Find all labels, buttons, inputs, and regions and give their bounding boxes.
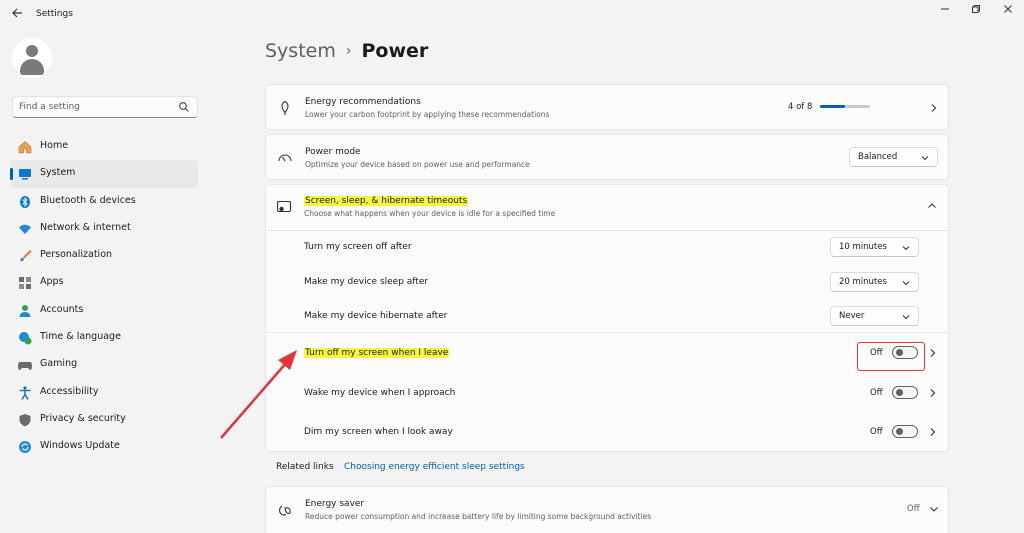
annotation-arrow-shaft (220, 361, 288, 439)
annotation-arrow (220, 350, 297, 439)
annotation-arrow-head (278, 350, 297, 370)
